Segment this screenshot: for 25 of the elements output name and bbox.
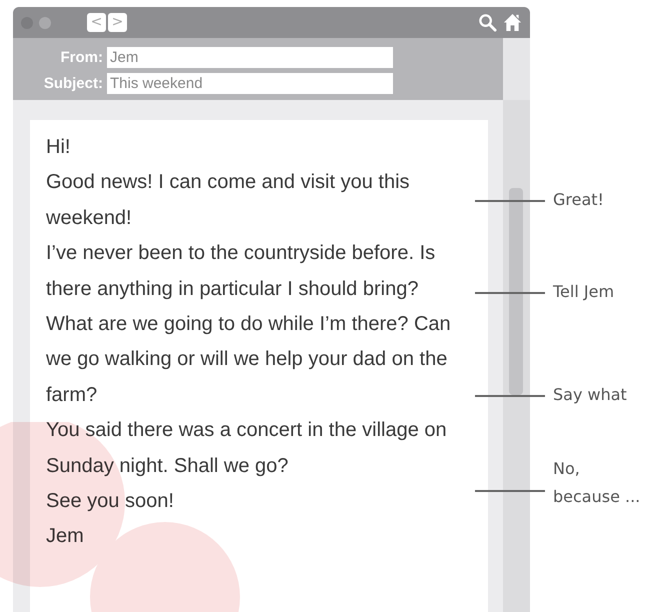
input-field[interactable]: Jem — [107, 46, 393, 68]
field-label: Subject: — [42, 74, 104, 92]
scrollbar-thumb[interactable] — [509, 188, 523, 395]
leader-line — [475, 490, 545, 492]
message-paragraph: Hi! — [46, 135, 72, 160]
leader-line — [475, 200, 545, 202]
message-paragraph: You said there was a concert in the village on Sunday night. Shall we go? — [46, 418, 448, 479]
search-icon[interactable] — [478, 13, 497, 32]
message-paragraph: What are we going to do while I’m there? Can we go walking or will we help your dad on the farm? — [46, 312, 452, 408]
message-paragraph: Jem — [46, 524, 85, 550]
leader-line — [475, 292, 545, 294]
window-control-dot[interactable] — [39, 16, 51, 28]
input-field[interactable]: This weekend — [107, 72, 393, 94]
field-label: From: — [60, 48, 104, 66]
annotation-note: Great! — [553, 189, 604, 211]
annotation-note: Say what — [553, 384, 627, 406]
forward-button[interactable]: > — [108, 13, 127, 32]
message-paragraph: Good news! I can come and visit you this weekend! — [46, 170, 411, 231]
message-paragraph: See you soon! — [46, 489, 175, 514]
annotation-note: No, because ... — [553, 458, 640, 508]
home-icon[interactable] — [503, 13, 522, 32]
leader-line — [475, 395, 545, 397]
annotation-note: Tell Jem — [553, 281, 614, 303]
message-paragraph: I’ve never been to the countryside before. Is there anything in particular I should bring? — [46, 241, 436, 302]
back-button[interactable]: < — [87, 13, 106, 32]
